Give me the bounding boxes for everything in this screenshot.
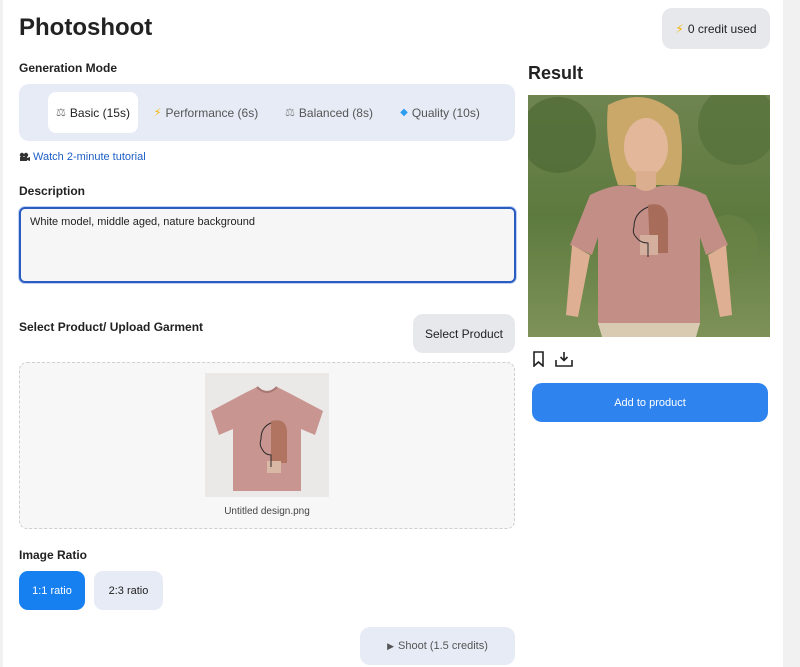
result-actions xyxy=(532,351,573,367)
tab-label: Quality (10s) xyxy=(411,105,480,120)
description-label: Description xyxy=(19,184,86,198)
description-input[interactable]: White model, middle aged, nature backgro… xyxy=(19,207,516,283)
diamond-icon: ◆ xyxy=(400,107,408,118)
garment-thumbnail xyxy=(205,373,329,497)
result-title: Result xyxy=(528,63,584,83)
product-label: Select Product/ Upload Garment xyxy=(19,320,204,334)
ratio-1-1-button[interactable]: 1:1 ratio xyxy=(19,571,85,610)
tutorial-link[interactable]: Watch 2-minute tutorial xyxy=(19,151,146,163)
result-image xyxy=(528,95,770,337)
select-product-button[interactable]: Select Product xyxy=(413,314,515,353)
tutorial-label: Watch 2-minute tutorial xyxy=(33,151,146,163)
download-icon[interactable] xyxy=(555,351,573,367)
play-icon: ▶ xyxy=(387,640,395,651)
tab-label: Balanced (8s) xyxy=(298,105,373,120)
credits-label: 0 credit used xyxy=(687,21,757,36)
shoot-label: Shoot (1.5 credits) xyxy=(398,640,488,652)
generation-mode-label: Generation Mode xyxy=(19,61,118,75)
bookmark-icon[interactable] xyxy=(532,351,545,367)
tab-basic[interactable]: ⚖ Basic (15s) xyxy=(48,92,138,133)
camera-icon xyxy=(19,152,30,161)
scale-icon: ⚖ xyxy=(285,107,295,119)
photoshoot-page: Photoshoot ⚡ 0 credit used Generation Mo… xyxy=(3,0,783,667)
lightning-icon: ⚡ xyxy=(153,107,162,119)
tab-label: Basic (15s) xyxy=(69,105,130,120)
ratio-2-3-button[interactable]: 2:3 ratio xyxy=(94,571,163,610)
tab-balanced[interactable]: ⚖ Balanced (8s) xyxy=(279,92,379,133)
tab-quality[interactable]: ◆ Quality (10s) xyxy=(393,92,487,133)
image-ratio-label: Image Ratio xyxy=(19,548,88,562)
generation-mode-selector: ⚖ Basic (15s) ⚡ Performance (6s) ⚖ Balan… xyxy=(19,84,515,141)
page-title: Photoshoot xyxy=(19,14,153,41)
garment-filename: Untitled design.png xyxy=(224,506,310,517)
tab-label: Performance (6s) xyxy=(165,105,259,120)
shoot-button[interactable]: ▶ Shoot (1.5 credits) xyxy=(360,627,515,665)
lightning-icon: ⚡ xyxy=(675,21,684,36)
tab-performance[interactable]: ⚡ Performance (6s) xyxy=(148,92,264,133)
add-to-product-button[interactable]: Add to product xyxy=(532,383,768,422)
scale-icon: ⚖ xyxy=(56,107,66,119)
credits-button[interactable]: ⚡ 0 credit used xyxy=(662,8,770,49)
